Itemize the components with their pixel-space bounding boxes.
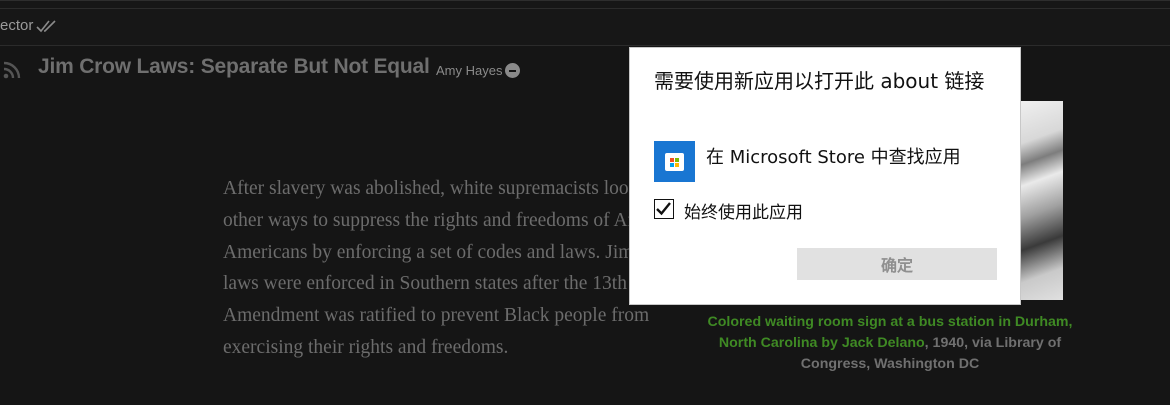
collector-label[interactable]: ector [0, 17, 33, 34]
photo-caption: Colored waiting room sign at a bus stati… [700, 312, 1080, 375]
open-app-dialog: 需要使用新应用以打开此 about 链接 在 Microsoft Store 中… [629, 47, 1021, 305]
ok-button[interactable]: 确定 [797, 248, 997, 280]
microsoft-store-icon [654, 141, 695, 182]
store-option-label: 在 Microsoft Store 中查找应用 [706, 147, 961, 168]
article-paragraph: After slavery was abolished, white supre… [223, 178, 685, 358]
top-toolbar: ector [0, 0, 1170, 46]
always-use-label: 始终使用此应用 [684, 203, 803, 223]
article-title[interactable]: Jim Crow Laws: Separate But Not Equal [38, 55, 430, 79]
double-check-icon[interactable] [36, 19, 58, 33]
author-name[interactable]: Amy Hayes [436, 63, 502, 78]
minus-circle-icon[interactable] [505, 63, 520, 78]
dialog-title: 需要使用新应用以打开此 about 链接 [654, 69, 985, 93]
checkmark-icon [656, 202, 671, 216]
store-bag-icon [665, 153, 684, 171]
microsoft-store-option[interactable]: 在 Microsoft Store 中查找应用 [654, 141, 994, 182]
article-header: Jim Crow Laws: Separate But Not Equal Am… [0, 55, 640, 85]
always-use-row[interactable]: 始终使用此应用 [654, 198, 954, 223]
article-photo[interactable] [1020, 101, 1063, 300]
toolbar-divider [0, 8, 1170, 9]
always-use-checkbox[interactable] [654, 199, 674, 219]
rss-icon [3, 61, 21, 79]
